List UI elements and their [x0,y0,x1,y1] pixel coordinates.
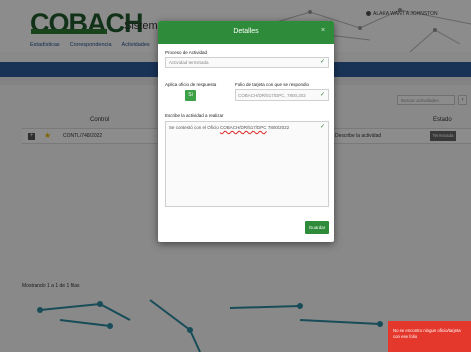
folio-value: COBACH/DR/517/DPC, 7800,202 [238,93,306,98]
close-icon[interactable]: × [321,27,325,35]
check-icon: ✓ [320,124,326,130]
save-button[interactable]: Guardar [305,221,329,234]
error-toast[interactable]: No se encontro ningun oficio/tarjeta con… [388,321,471,352]
modal-header: Detalles × [158,21,334,44]
describe-value: Se contestó con el Oficio COBACH/DR/517/… [169,125,289,130]
proceso-label: Proceso de Actividad [165,50,208,55]
proceso-value: Actividad terminada [169,60,209,65]
folio-label: Folio de tarjeta con que se respondio [235,82,310,87]
aplica-oficio-toggle[interactable]: Si [185,90,196,101]
check-icon: ✓ [320,59,326,65]
describe-label: Escribe la actividad a realizar [165,113,224,118]
modal-title: Detalles [233,28,259,35]
describe-value-folio: COBACH/DR/517/DPC [220,125,267,130]
describe-value-prefix: Se contestó con el Oficio [169,125,221,130]
check-icon: ✓ [320,92,326,98]
aplica-oficio-label: Aplica oficio de respuesta [165,82,217,87]
details-modal: Detalles × Proceso de Actividad Activida… [158,21,334,242]
describe-value-suffix: 7800/2022 [267,125,290,130]
describe-textarea[interactable] [165,121,329,207]
